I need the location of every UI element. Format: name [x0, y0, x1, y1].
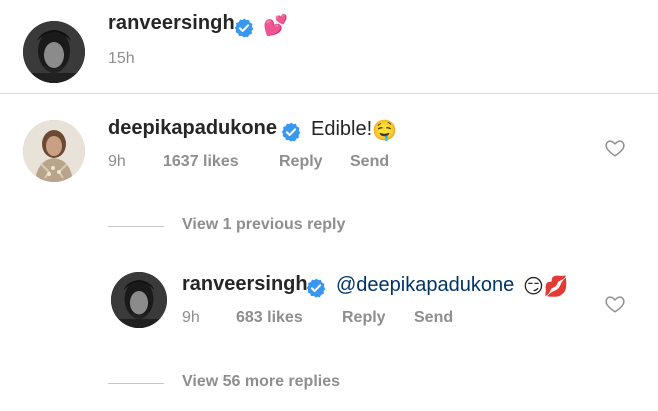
comment-username[interactable]: deepikapadukone — [108, 117, 277, 140]
comment: deepikapadukone Edible! 🤤 9h 1637 likes … — [0, 94, 658, 194]
avatar[interactable] — [23, 120, 85, 182]
avatar[interactable] — [111, 272, 167, 328]
verified-badge-icon — [280, 121, 302, 143]
view-more-replies[interactable]: View 56 more replies — [0, 372, 658, 396]
smirk-kiss-emoji: 😏💋 — [523, 276, 569, 298]
post-username[interactable]: ranveersingh — [108, 12, 235, 35]
post-caption: ranveersingh 💕 15h — [0, 0, 658, 94]
view-previous-replies-label[interactable]: View 1 previous reply — [182, 216, 345, 234]
post-timestamp[interactable]: 15h — [108, 50, 135, 68]
reply-button[interactable]: Reply — [279, 153, 323, 171]
reply-button[interactable]: Reply — [342, 309, 386, 327]
send-button[interactable]: Send — [350, 153, 389, 171]
drooling-face-emoji: 🤤 — [372, 120, 397, 142]
comments-panel: ranveersingh 💕 15h deepikapadukone Edibl… — [0, 0, 658, 411]
likes-count[interactable]: 683 likes — [236, 309, 303, 327]
reply-username[interactable]: ranveersingh — [182, 273, 308, 296]
reply-timestamp[interactable]: 9h — [182, 309, 200, 327]
comment-timestamp[interactable]: 9h — [108, 153, 126, 171]
hearts-emoji: 💕 — [263, 15, 288, 37]
verified-badge-icon — [233, 17, 255, 39]
view-more-replies-label[interactable]: View 56 more replies — [182, 373, 340, 391]
verified-badge-icon — [305, 277, 327, 299]
thread-line — [108, 226, 164, 227]
avatar[interactable] — [23, 21, 85, 83]
send-button[interactable]: Send — [414, 309, 453, 327]
thread-line — [108, 383, 164, 384]
reply-comment: ranveersingh @deepikapadukone 😏💋 9h 683 … — [0, 260, 658, 360]
likes-count[interactable]: 1637 likes — [163, 153, 239, 171]
view-previous-replies[interactable]: View 1 previous reply — [0, 215, 658, 239]
comment-text: Edible! — [311, 118, 373, 140]
mention-link[interactable]: @deepikapadukone — [336, 274, 514, 297]
heart-outline-icon[interactable] — [604, 293, 626, 315]
heart-outline-icon[interactable] — [604, 137, 626, 159]
